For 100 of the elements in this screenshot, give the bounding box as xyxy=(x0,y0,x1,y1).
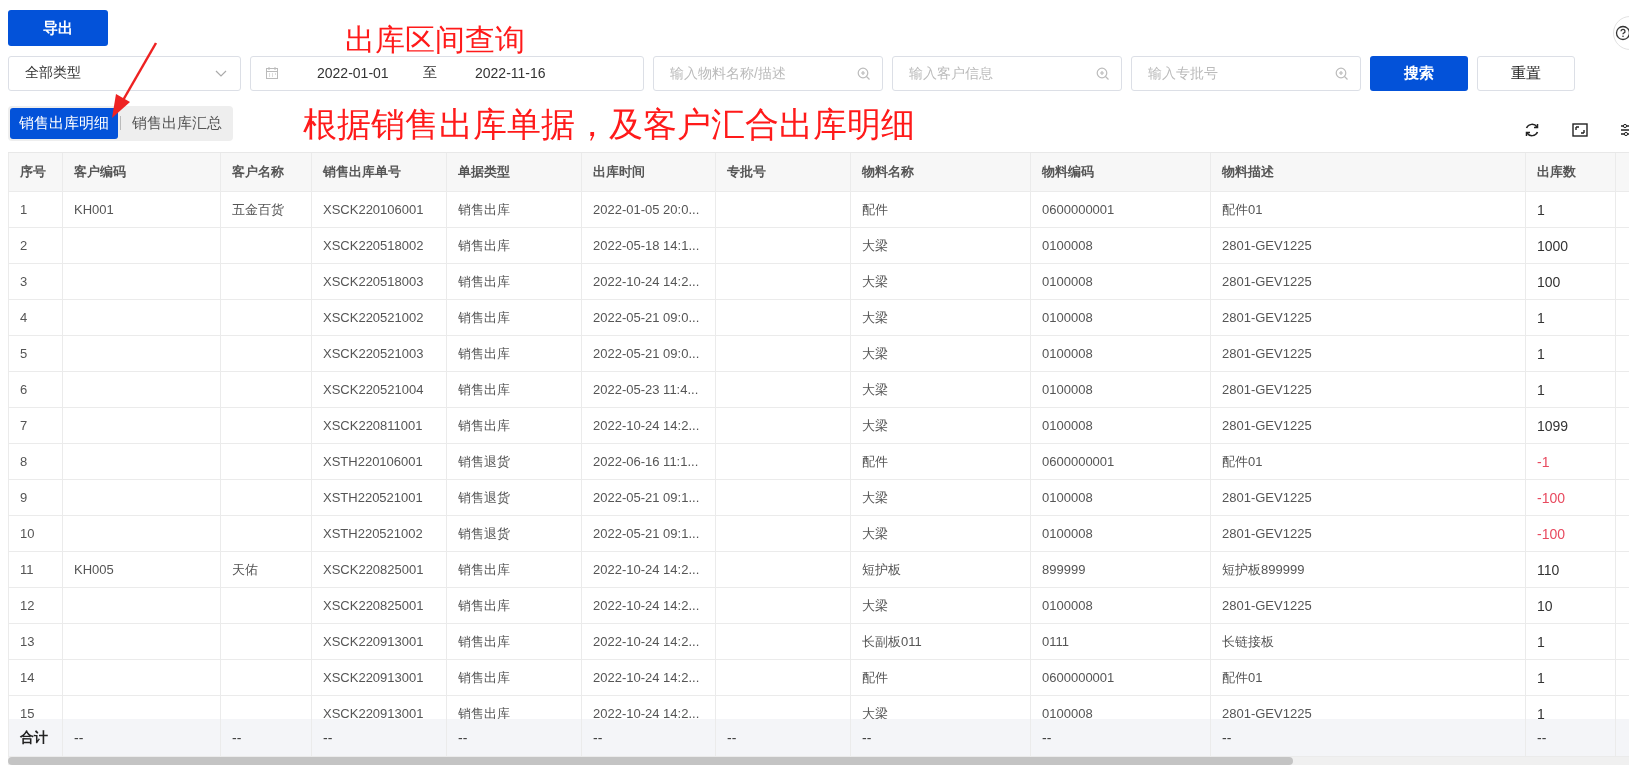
table-cell: 11 xyxy=(8,552,63,587)
scrollbar-thumb[interactable] xyxy=(8,757,1293,765)
table-cell: 大梁 xyxy=(851,336,1031,371)
table-cell: 0100008 xyxy=(1031,588,1211,623)
table-cell: 2022-10-24 14:2... xyxy=(582,660,716,695)
table-cell: XSCK220106001 xyxy=(312,192,447,227)
tab[interactable]: 销售出库汇总 xyxy=(123,107,231,139)
table-cell: XSCK220811001 xyxy=(312,408,447,443)
table-cell: XSTH220521001 xyxy=(312,480,447,515)
table-cell: 899999 xyxy=(1031,552,1211,587)
table-cell: 100 xyxy=(1526,264,1616,299)
table-cell: -- xyxy=(63,719,221,756)
table-cell: 五金百货 xyxy=(221,192,312,227)
table-cell: 天佑 xyxy=(221,552,312,587)
table-cell: 1 xyxy=(1526,300,1616,335)
table-cell: 0100008 xyxy=(1031,480,1211,515)
table-cell: 销售出库 xyxy=(447,552,582,587)
table-cell: XSCK220913001 xyxy=(312,660,447,695)
table-cell: 1000 xyxy=(1526,228,1616,263)
table-cell: 14 xyxy=(8,660,63,695)
table-cell: 配件01 xyxy=(1211,444,1526,479)
table-cell: 1099 xyxy=(1526,408,1616,443)
table-cell: 销售出库 xyxy=(447,228,582,263)
table-cell: 销售出库 xyxy=(447,300,582,335)
table-cell: 0100008 xyxy=(1031,372,1211,407)
table-cell: XSCK220521002 xyxy=(312,300,447,335)
table-cell: 0600000001 xyxy=(1031,444,1211,479)
export-button[interactable]: 导出 xyxy=(8,10,108,46)
table-cell: 5 xyxy=(8,336,63,371)
table-cell: -- xyxy=(1526,719,1616,756)
column-header: 物料描述 xyxy=(1211,153,1526,191)
table-cell: 13 xyxy=(8,624,63,659)
table-cell: 8 xyxy=(8,444,63,479)
table-cell: 10 xyxy=(1526,588,1616,623)
table-cell: 销售出库 xyxy=(447,588,582,623)
table-cell: 2022-10-24 14:2... xyxy=(582,624,716,659)
table-cell: 0600000001 xyxy=(1031,192,1211,227)
table-cell: 7 xyxy=(8,408,63,443)
table-cell: XSTH220521002 xyxy=(312,516,447,551)
table-cell: 4 xyxy=(8,300,63,335)
table-cell: 2801-GEV1225 xyxy=(1211,516,1526,551)
fullscreen-icon[interactable] xyxy=(1571,121,1589,139)
table-cell: 2022-10-24 14:2... xyxy=(582,588,716,623)
tab[interactable]: 销售出库明细 xyxy=(10,107,118,139)
table-cell: KH001 xyxy=(63,192,221,227)
table-cell: 销售出库 xyxy=(447,660,582,695)
table-cell: -100 xyxy=(1526,516,1616,551)
table-cell: XSCK220825001 xyxy=(312,552,447,587)
table-cell: -- xyxy=(851,719,1031,756)
column-header: 序号 xyxy=(8,153,63,191)
date-range-field[interactable]: 2022-01-01 至 2022-11-16 xyxy=(250,55,644,91)
table-cell: XSCK220518002 xyxy=(312,228,447,263)
search-field[interactable]: 输入物料名称/描述 xyxy=(653,55,883,91)
table-cell: XSCK220913001 xyxy=(312,624,447,659)
search-field[interactable]: 输入客户信息 xyxy=(892,55,1122,91)
table-cell: 大梁 xyxy=(851,480,1031,515)
annotation-text: 出库区间查询 xyxy=(345,22,525,58)
table-cell: 3 xyxy=(8,264,63,299)
table-cell: 2022-10-24 14:2... xyxy=(582,264,716,299)
table-cell: -- xyxy=(1031,719,1211,756)
table-cell: XSCK220521004 xyxy=(312,372,447,407)
reset-button[interactable]: 重置 xyxy=(1477,55,1575,91)
table-cell: 长链接板 xyxy=(1211,624,1526,659)
table-cell: 6 xyxy=(8,372,63,407)
table-cell: 销售出库 xyxy=(447,264,582,299)
table-cell: 1 xyxy=(1526,660,1616,695)
table-cell: -- xyxy=(582,719,716,756)
table-cell: 2801-GEV1225 xyxy=(1211,300,1526,335)
refresh-icon[interactable] xyxy=(1523,121,1541,139)
column-header: 销售出库单号 xyxy=(312,153,447,191)
search-field[interactable]: 输入专批号 xyxy=(1131,55,1361,91)
table-cell: XSCK220825001 xyxy=(312,588,447,623)
table-cell: 配件 xyxy=(851,192,1031,227)
table-cell: XSTH220106001 xyxy=(312,444,447,479)
table-cell: 大梁 xyxy=(851,516,1031,551)
table-cell: 2801-GEV1225 xyxy=(1211,264,1526,299)
table-cell: 0600000001 xyxy=(1031,660,1211,695)
table-cell: 销售退货 xyxy=(447,444,582,479)
table-cell: 配件01 xyxy=(1211,660,1526,695)
table-cell: 2801-GEV1225 xyxy=(1211,588,1526,623)
calendar-icon xyxy=(265,66,279,80)
type-select[interactable]: 全部类型 xyxy=(8,55,241,91)
column-header: 客户名称 xyxy=(221,153,312,191)
column-header: 物料编码 xyxy=(1031,153,1211,191)
search-button[interactable]: 搜索 xyxy=(1370,55,1468,91)
table-cell: 2 xyxy=(8,228,63,263)
column-header: 专批号 xyxy=(716,153,851,191)
table-cell: -- xyxy=(716,719,851,756)
table-cell: 销售出库 xyxy=(447,192,582,227)
table-cell: 2022-05-21 09:1... xyxy=(582,516,716,551)
table-cell: 1 xyxy=(1526,336,1616,371)
table-cell: 0100008 xyxy=(1031,336,1211,371)
table-cell: 大梁 xyxy=(851,372,1031,407)
table-cell: -100 xyxy=(1526,480,1616,515)
table-cell: 2022-10-24 14:2... xyxy=(582,408,716,443)
table-cell: 销售出库 xyxy=(447,336,582,371)
column-header: 出库数 xyxy=(1526,153,1616,191)
table-cell: 大梁 xyxy=(851,264,1031,299)
table-cell: 2022-05-21 09:0... xyxy=(582,300,716,335)
table-cell: 2801-GEV1225 xyxy=(1211,480,1526,515)
